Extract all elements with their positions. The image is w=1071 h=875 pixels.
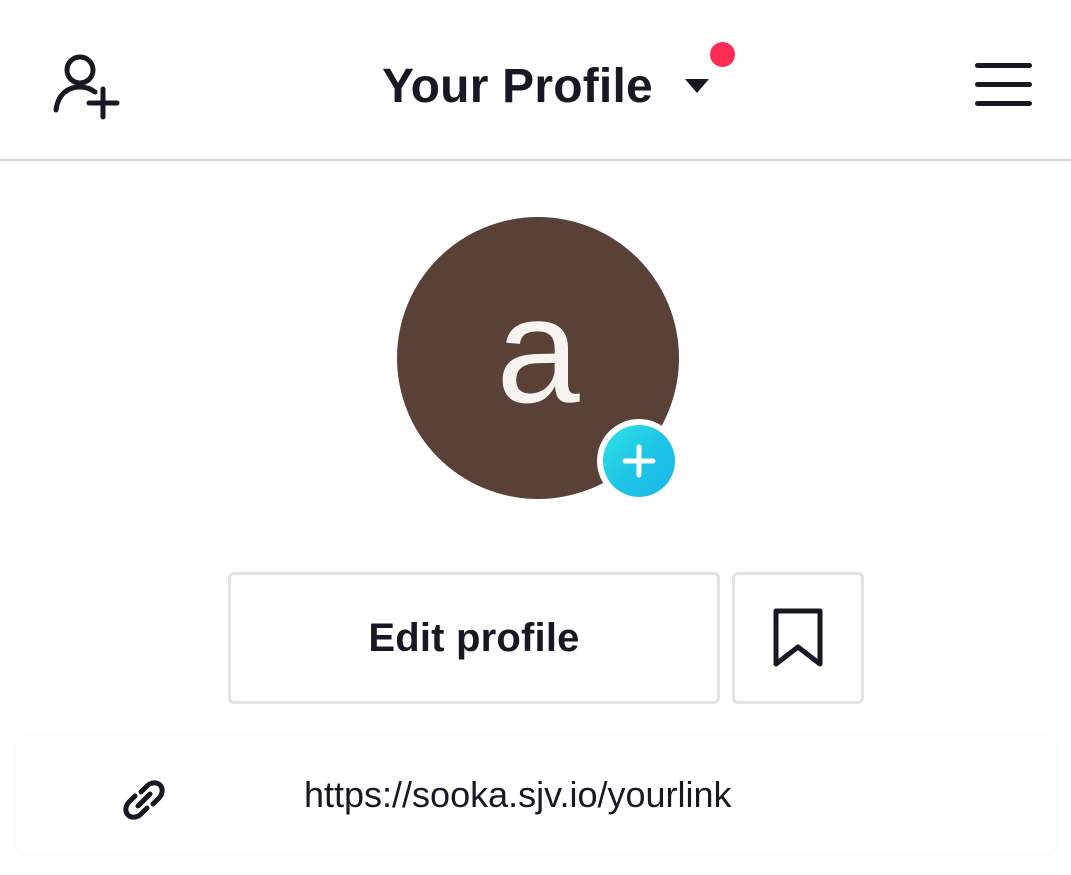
account-switcher[interactable]: Your Profile [382, 56, 711, 116]
page-title: Your Profile [382, 59, 653, 113]
avatar-initial: a [496, 266, 580, 434]
profile-page: Your Profile a Edit profile https://sook… [0, 0, 1071, 875]
hamburger-menu-icon [975, 63, 1032, 68]
notification-dot [710, 42, 735, 67]
bio-link[interactable]: https://sooka.sjv.io/yourlink [304, 774, 732, 816]
top-header: Your Profile [0, 0, 1071, 161]
edit-profile-button[interactable]: Edit profile [228, 572, 720, 704]
bookmark-icon [773, 608, 823, 667]
caret-down-icon [684, 79, 709, 93]
add-friend-button[interactable] [50, 50, 126, 122]
link-icon [123, 780, 165, 820]
add-photo-button[interactable] [597, 419, 681, 503]
menu-button[interactable] [972, 60, 1036, 110]
add-user-icon [53, 54, 120, 120]
favorites-button[interactable] [732, 572, 864, 704]
plus-icon [622, 444, 656, 478]
edit-profile-label: Edit profile [368, 615, 580, 660]
